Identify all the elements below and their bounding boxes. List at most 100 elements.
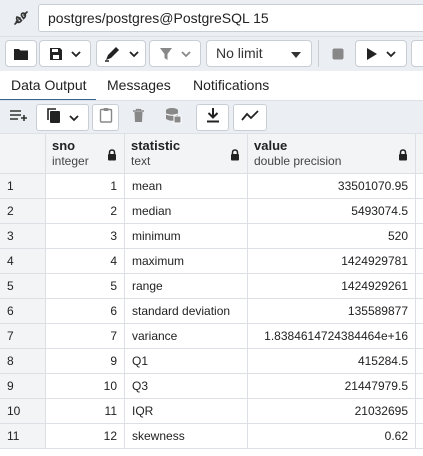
cell-value[interactable]: 5493074.5	[248, 199, 416, 223]
column-name: value	[254, 138, 288, 153]
row-index[interactable]: 11	[0, 424, 46, 448]
table-row[interactable]: 2 2 median 5493074.5	[0, 199, 423, 224]
chevron-down-icon[interactable]	[386, 50, 396, 58]
column-header-statistic[interactable]: statistic text	[125, 134, 248, 173]
column-header-sno[interactable]: sno integer	[46, 134, 125, 173]
execute-button[interactable]	[355, 40, 407, 67]
cell-statistic[interactable]: Q1	[125, 349, 248, 373]
grid-header-row: sno integer statistic text value double …	[0, 134, 423, 174]
cell-sno[interactable]: 2	[46, 199, 125, 223]
row-index[interactable]: 8	[0, 349, 46, 373]
save-file-button[interactable]	[39, 40, 91, 67]
cell-statistic[interactable]: maximum	[125, 249, 248, 273]
row-index[interactable]: 5	[0, 274, 46, 298]
cell-statistic[interactable]: range	[125, 274, 248, 298]
chevron-down-icon[interactable]	[69, 109, 79, 127]
download-icon	[206, 107, 220, 128]
cell-sno[interactable]: 6	[46, 299, 125, 323]
edit-button[interactable]	[96, 40, 146, 67]
cell-sno[interactable]: 5	[46, 274, 125, 298]
cell-sno[interactable]: 9	[46, 349, 125, 373]
add-row-icon	[9, 108, 29, 127]
open-file-button[interactable]	[5, 40, 37, 67]
connection-selector[interactable]: postgres/postgres@PostgreSQL 15	[38, 4, 423, 32]
chevron-down-icon[interactable]	[181, 50, 191, 58]
tab-notifications[interactable]: Notifications	[193, 71, 269, 101]
toolbar-divider	[318, 40, 319, 67]
pen-icon	[104, 46, 122, 62]
column-header-value[interactable]: value double precision	[248, 134, 416, 173]
table-row[interactable]: 7 7 variance 1.8384614724384464e+16	[0, 324, 423, 349]
filter-button[interactable]	[149, 40, 201, 67]
connection-bar: postgres/postgres@PostgreSQL 15	[0, 0, 423, 37]
cell-statistic[interactable]: skewness	[125, 424, 248, 448]
cell-statistic[interactable]: standard deviation	[125, 299, 248, 323]
row-index[interactable]: 9	[0, 374, 46, 398]
query-toolbar: No limit	[0, 37, 423, 71]
add-row-button[interactable]	[4, 104, 34, 131]
plug-icon[interactable]	[6, 4, 36, 32]
table-row[interactable]: 4 4 maximum 1424929781	[0, 249, 423, 274]
cell-sno[interactable]: 10	[46, 374, 125, 398]
cell-sno[interactable]: 3	[46, 224, 125, 248]
save-data-icon	[164, 107, 182, 129]
table-row[interactable]: 6 6 standard deviation 135589877	[0, 299, 423, 324]
cell-value[interactable]: 135589877	[248, 299, 416, 323]
cell-statistic[interactable]: IQR	[125, 399, 248, 423]
download-button[interactable]	[196, 104, 229, 131]
cell-statistic[interactable]: median	[125, 199, 248, 223]
cell-sno[interactable]: 1	[46, 174, 125, 198]
cell-sno[interactable]: 7	[46, 324, 125, 348]
row-limit-select[interactable]: No limit	[206, 40, 312, 67]
cell-statistic[interactable]: variance	[125, 324, 248, 348]
table-row[interactable]: 8 9 Q1 415284.5	[0, 349, 423, 374]
cell-sno[interactable]: 12	[46, 424, 125, 448]
tab-data-output[interactable]: Data Output	[0, 71, 96, 101]
chevron-down-icon	[291, 52, 301, 58]
stop-button[interactable]	[324, 40, 352, 67]
cell-value[interactable]: 1.8384614724384464e+16	[248, 324, 416, 348]
cell-statistic[interactable]: Q3	[125, 374, 248, 398]
cell-value[interactable]: 1424929261	[248, 274, 416, 298]
save-icon	[49, 47, 63, 61]
column-type: double precision	[254, 154, 342, 168]
row-index[interactable]: 10	[0, 399, 46, 423]
table-row[interactable]: 1 1 mean 33501070.95	[0, 174, 423, 199]
cell-sno[interactable]: 11	[46, 399, 125, 423]
stop-icon	[332, 48, 344, 60]
cell-value[interactable]: 33501070.95	[248, 174, 416, 198]
tab-messages[interactable]: Messages	[107, 71, 171, 101]
chevron-down-icon[interactable]	[71, 50, 81, 58]
cell-value[interactable]: 415284.5	[248, 349, 416, 373]
table-row[interactable]: 10 11 IQR 21032695	[0, 399, 423, 424]
cell-value[interactable]: 520	[248, 224, 416, 248]
row-index[interactable]: 6	[0, 299, 46, 323]
copy-button[interactable]	[36, 104, 89, 131]
more-toolbar-button[interactable]	[411, 40, 423, 67]
table-row[interactable]: 11 12 skewness 0.62	[0, 424, 423, 449]
table-row[interactable]: 3 3 minimum 520	[0, 224, 423, 249]
row-index[interactable]: 2	[0, 199, 46, 223]
row-index[interactable]: 7	[0, 324, 46, 348]
save-data-button[interactable]	[158, 104, 188, 131]
chevron-down-icon[interactable]	[128, 50, 139, 58]
table-row[interactable]: 5 5 range 1424929261	[0, 274, 423, 299]
cell-statistic[interactable]: mean	[125, 174, 248, 198]
paste-button[interactable]	[92, 104, 119, 131]
paste-icon	[99, 107, 113, 128]
cell-value[interactable]: 1424929781	[248, 249, 416, 273]
cell-statistic[interactable]: minimum	[125, 224, 248, 248]
row-index-header[interactable]	[0, 134, 46, 173]
table-row[interactable]: 9 10 Q3 21447979.5	[0, 374, 423, 399]
graph-visualiser-button[interactable]	[233, 104, 267, 131]
row-index[interactable]: 4	[0, 249, 46, 273]
folder-icon	[13, 47, 29, 61]
cell-value[interactable]: 21032695	[248, 399, 416, 423]
play-icon	[366, 47, 378, 61]
delete-row-button[interactable]	[124, 104, 152, 131]
row-index[interactable]: 3	[0, 224, 46, 248]
cell-value[interactable]: 21447979.5	[248, 374, 416, 398]
cell-sno[interactable]: 4	[46, 249, 125, 273]
row-index[interactable]: 1	[0, 174, 46, 198]
cell-value[interactable]: 0.62	[248, 424, 416, 448]
